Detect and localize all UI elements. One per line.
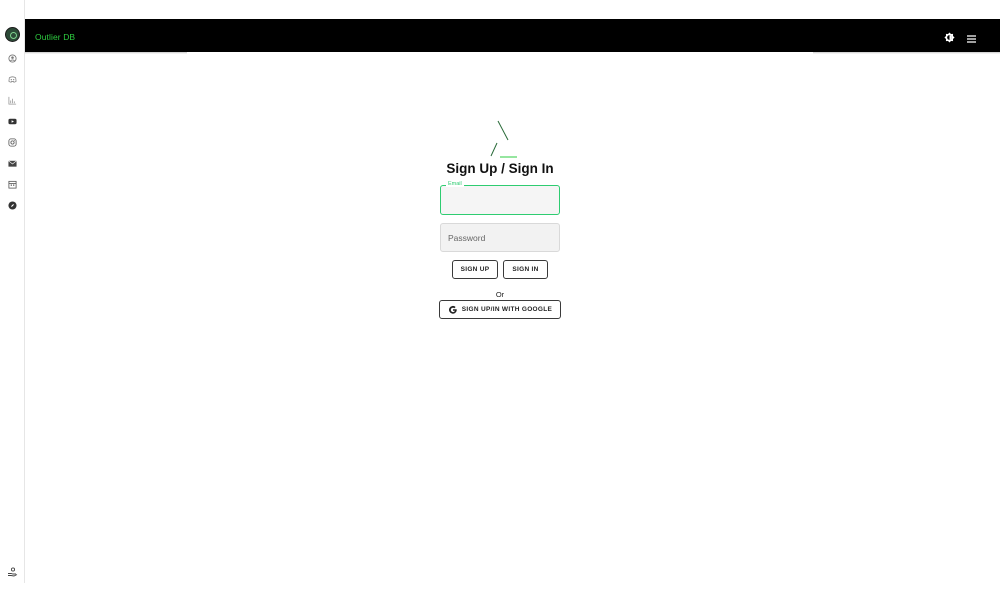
or-separator: Or bbox=[495, 290, 505, 299]
hamburger-menu-icon[interactable] bbox=[966, 31, 977, 43]
discord-icon[interactable] bbox=[6, 73, 18, 85]
google-icon bbox=[448, 305, 458, 315]
password-field[interactable] bbox=[440, 223, 560, 252]
password-input[interactable] bbox=[441, 224, 559, 251]
chart-icon[interactable] bbox=[6, 94, 18, 106]
loading-spinner-icon bbox=[476, 116, 524, 160]
app-logo[interactable] bbox=[5, 27, 20, 42]
sign-in-button[interactable]: SIGN IN bbox=[503, 260, 548, 279]
email-input[interactable] bbox=[441, 186, 559, 214]
theme-toggle-icon[interactable] bbox=[944, 30, 955, 43]
youtube-icon[interactable] bbox=[6, 115, 18, 127]
form-title: Sign Up / Sign In bbox=[446, 161, 554, 176]
user-circle-icon[interactable] bbox=[6, 52, 18, 64]
email-field[interactable]: Email bbox=[440, 181, 560, 215]
mail-icon[interactable] bbox=[6, 157, 18, 169]
compass-icon[interactable] bbox=[6, 199, 18, 211]
app-title[interactable]: Outlier DB bbox=[35, 32, 75, 42]
instagram-icon[interactable] bbox=[6, 136, 18, 148]
hand-coin-icon[interactable] bbox=[7, 564, 18, 577]
sign-up-button[interactable]: SIGN UP bbox=[452, 260, 498, 279]
top-app-bar: Outlier DB bbox=[25, 19, 1000, 52]
google-button-label: SIGN UP/IN WITH GOOGLE bbox=[461, 306, 553, 313]
calendar-icon[interactable] bbox=[6, 178, 18, 190]
appbar-shadow-left bbox=[25, 52, 187, 54]
google-sign-in-button[interactable]: SIGN UP/IN WITH GOOGLE bbox=[439, 300, 561, 319]
sidebar bbox=[0, 0, 25, 583]
appbar-shadow-right bbox=[813, 52, 1000, 54]
